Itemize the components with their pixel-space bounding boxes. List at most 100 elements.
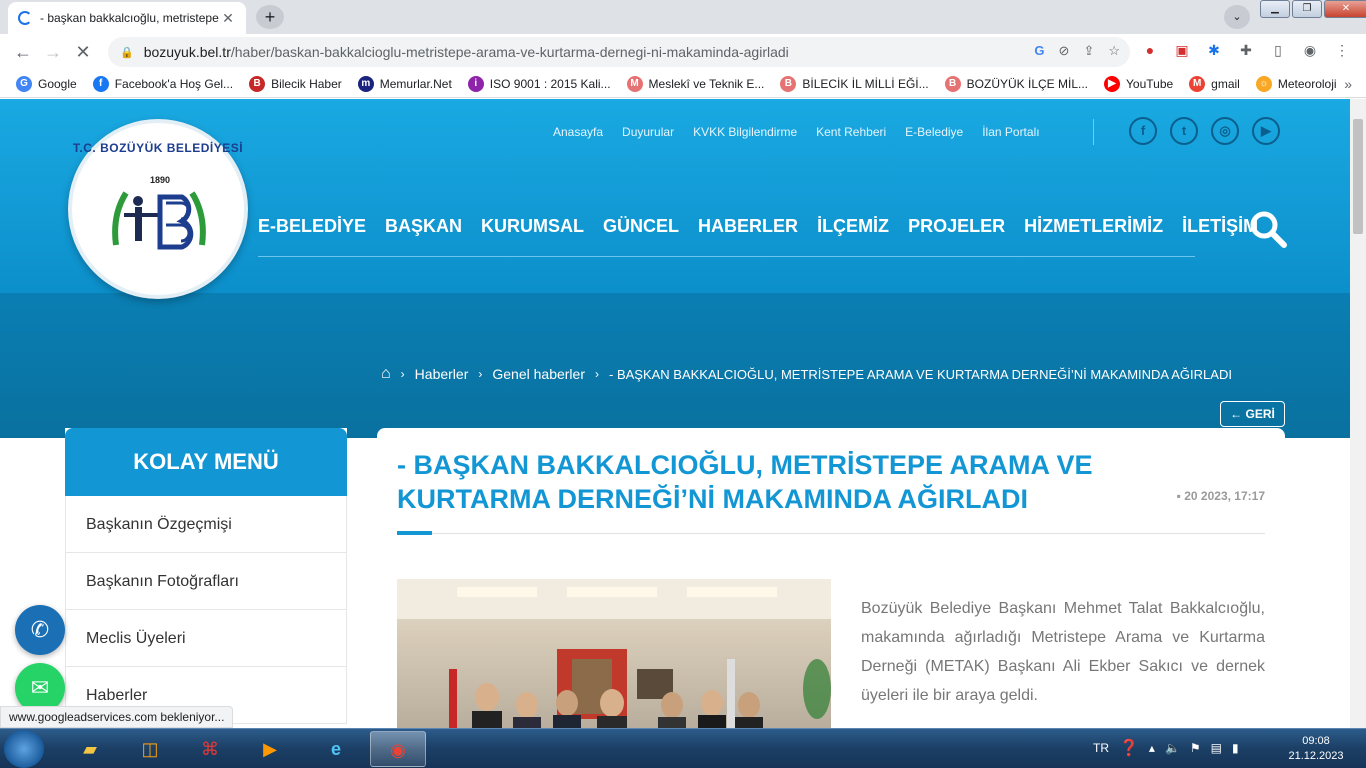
bookmark-item[interactable]: m Memurlar.Net [357,75,452,92]
article-card: - BAŞKAN BAKKALCIOĞLU, METRİSTEPE ARAMA … [377,428,1285,728]
signal-icon[interactable]: ▮ [1232,741,1239,755]
taskbar-ie[interactable]: e [308,731,364,767]
google-lens-icon[interactable]: G [1034,43,1044,59]
folder-icon: ▰ [83,739,97,759]
address-bar[interactable]: 🔒 bozuyuk.bel.tr/haber/baskan-bakkalciog… [108,37,1130,67]
phone-call-button[interactable]: ✆ [15,605,65,655]
main-nav-item[interactable]: İLÇEMİZ [817,216,889,237]
article-photo[interactable] [397,579,831,728]
lock-icon[interactable]: 🔒 [120,46,134,59]
bookmark-item[interactable]: Mgmail [1189,75,1240,92]
media-player-icon: ▶ [263,739,277,759]
main-nav-item[interactable]: E-BELEDİYE [258,216,366,237]
topnav-link[interactable]: E-Belediye [905,125,963,139]
twitter-icon[interactable]: t [1170,117,1198,145]
instagram-icon[interactable]: ◎ [1211,117,1239,145]
help-icon[interactable]: ❓ [1119,738,1139,758]
facebook-icon[interactable]: f [1129,117,1157,145]
taskbar-chrome[interactable]: ◉ [370,731,426,767]
topnav-link[interactable]: Kent Rehberi [816,125,886,139]
bookmark-item[interactable]: B BOZÜYÜK İLÇE MİL... [944,75,1089,92]
vpn-extension-icon[interactable]: ✱ [1204,42,1224,59]
tab-strip: - başkan bakkalcıoğlu, metristepe ✕ + ⌄ … [0,0,1366,34]
password-hidden-icon[interactable]: ⊘ [1059,43,1070,59]
taskbar-outlook[interactable]: ◫ [122,731,178,767]
main-nav-item[interactable]: PROJELER [908,216,1005,237]
bookmark-item[interactable]: ▶ YouTube [1104,75,1173,92]
easy-menu-sidebar: KOLAY MENÜ Başkanın Özgeçmişi Başkanın Fo… [65,428,347,728]
bookmark-item[interactable]: G Google [16,75,77,92]
menu-dots-icon[interactable]: ⋮ [1332,42,1352,59]
tab-search-button[interactable]: ⌄ [1224,5,1250,29]
tab-close-icon[interactable]: ✕ [220,10,236,27]
breadcrumb-news[interactable]: Haberler [415,366,469,382]
stop-loading-icon[interactable]: ✕ [68,42,98,63]
maximize-button[interactable]: ❐ [1292,0,1322,18]
page-scrollbar[interactable] [1350,99,1366,728]
sidebar-menu-item[interactable]: Başkanın Fotoğrafları [65,553,347,610]
bookmark-item[interactable]: B BİLECİK İL MİLLİ EĞİ... [780,75,929,92]
bookmark-star-icon[interactable]: ☆ [1108,43,1120,59]
bookmarks-overflow-icon[interactable]: » [1344,76,1352,92]
main-nav-item[interactable]: GÜNCEL [603,216,679,237]
home-icon[interactable]: ⌂ [381,365,391,383]
taskbar-media[interactable]: ▶ [242,731,298,767]
topnav-link[interactable]: Duyurular [622,125,674,139]
bookmark-label: BİLECİK İL MİLLİ EĞİ... [802,76,929,91]
sidebar-menu-item[interactable]: Meclis Üyeleri [65,610,347,667]
forward-arrow-icon[interactable]: → [38,42,68,63]
pdf-extension-icon[interactable]: ▣ [1172,42,1192,59]
flag-icon[interactable]: ⚑ [1190,741,1201,755]
bookmark-label: BOZÜYÜK İLÇE MİL... [966,76,1089,91]
bookmark-label: Meteoroloji [1277,76,1337,91]
close-window-button[interactable]: ✕ [1324,0,1366,18]
taskbar-explorer[interactable]: ▰ [62,731,118,767]
logo-text: T.C. BOZÜYÜK BELEDİYESİ [72,141,244,155]
bookmark-item[interactable]: M Meslekî ve Teknik E... [626,75,764,92]
start-button[interactable] [4,730,44,768]
extension-red-icon[interactable]: ● [1140,42,1160,59]
sidebar-menu-item[interactable]: Başkanın Özgeçmişi [65,496,347,553]
bookmark-item[interactable]: ☼ Meteoroloji [1255,75,1337,92]
extensions-puzzle-icon[interactable]: ✚ [1236,42,1256,59]
bookmark-favicon-icon: B [780,75,797,92]
scrollbar-thumb[interactable] [1353,119,1363,234]
bookmark-label: Facebook'a Hoş Gel... [114,76,234,91]
language-indicator[interactable]: TR [1093,741,1109,755]
main-nav-item[interactable]: BAŞKAN [385,216,462,237]
main-nav-item[interactable]: İLETİŞİM [1182,216,1258,237]
tray-expand-icon[interactable]: ▴ [1149,741,1155,755]
youtube-icon[interactable]: ▶ [1252,117,1280,145]
breadcrumb: ⌂ › Haberler › Genel haberler › - BAŞKAN… [381,365,1232,383]
site-logo[interactable]: T.C. BOZÜYÜK BELEDİYESİ 1890 [68,119,248,299]
main-nav-item[interactable]: HABERLER [698,216,798,237]
sidebar-title: KOLAY MENÜ [65,428,347,496]
breadcrumb-separator-icon: › [595,367,599,381]
topnav-link[interactable]: İlan Portalı [982,125,1039,139]
side-panel-icon[interactable]: ▯ [1268,42,1288,59]
volume-icon[interactable]: 🔈 [1165,741,1180,755]
topnav-link[interactable]: KVKK Bilgilendirme [693,125,797,139]
phone-icon: ✆ [30,617,50,642]
profile-avatar[interactable]: ◉ [1300,42,1320,59]
taskbar-acrobat[interactable]: ⌘ [182,731,238,767]
bookmark-item[interactable]: f Facebook'a Hoş Gel... [92,75,234,92]
main-nav-item[interactable]: KURUMSAL [481,216,584,237]
bookmark-item[interactable]: i ISO 9001 : 2015 Kali... [467,75,611,92]
window-controls: ▁ ❐ ✕ [1258,0,1366,18]
bookmark-item[interactable]: B Bilecik Haber [249,75,342,92]
browser-tab[interactable]: - başkan bakkalcıoğlu, metristepe ✕ [8,2,246,34]
back-button[interactable]: ← GERİ [1220,401,1285,427]
topnav-link[interactable]: Anasayfa [553,125,603,139]
back-button-label: GERİ [1245,407,1275,421]
taskbar-clock[interactable]: 09:08 21.12.2023 [1286,734,1346,764]
bookmark-favicon-icon: G [16,75,32,92]
main-nav-item[interactable]: HİZMETLERİMİZ [1024,216,1163,237]
breadcrumb-general-news[interactable]: Genel haberler [492,366,585,382]
new-tab-button[interactable]: + [256,5,284,29]
back-arrow-icon[interactable]: ← [8,42,38,63]
minimize-button[interactable]: ▁ [1260,0,1290,18]
search-icon[interactable] [1248,209,1288,249]
share-icon[interactable]: ⇪ [1083,43,1094,59]
network-icon[interactable]: ▤ [1211,741,1222,755]
